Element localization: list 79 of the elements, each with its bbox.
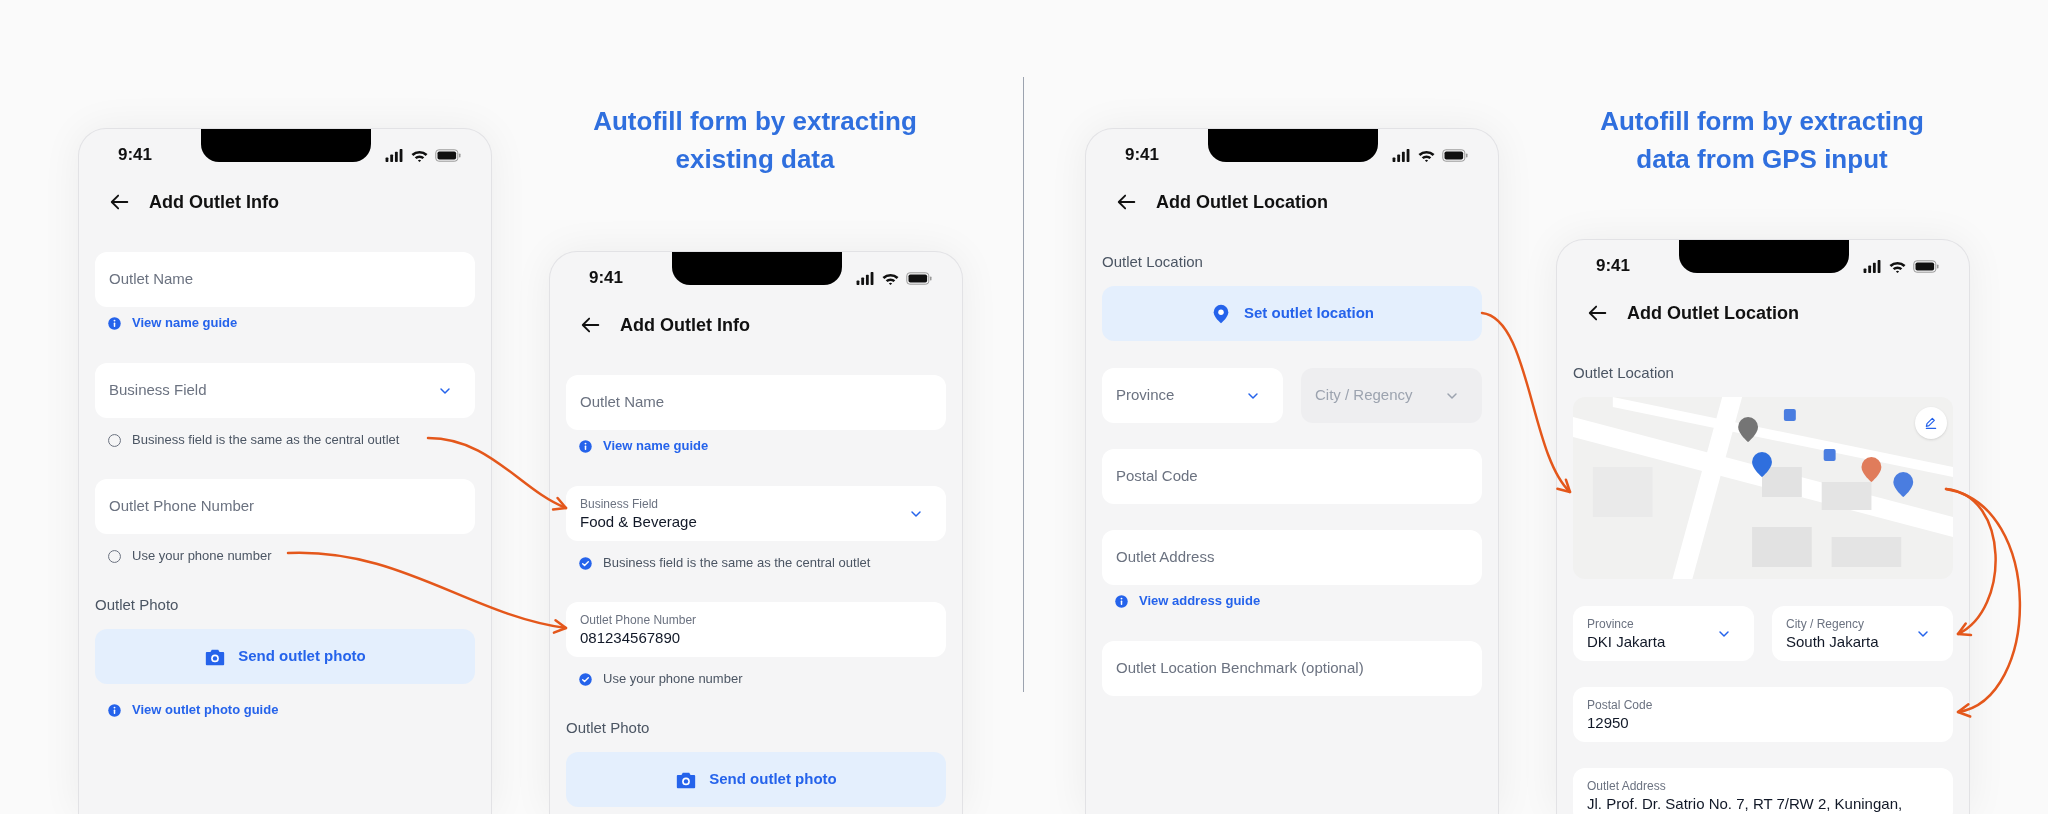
heading-text: existing data bbox=[675, 143, 835, 176]
status-time: 9:41 bbox=[1596, 255, 1631, 278]
field-value: Food & Beverage bbox=[580, 511, 697, 532]
input-field[interactable]: Postal Code bbox=[1102, 449, 1482, 504]
dropdown-field[interactable]: Province bbox=[1102, 368, 1283, 423]
battery-icon bbox=[1442, 148, 1468, 162]
field-value: 12950 bbox=[1587, 712, 1630, 733]
info-icon bbox=[107, 702, 122, 718]
field-label: City / Regency bbox=[1786, 615, 1866, 632]
input-field[interactable]: Postal Code 12950 bbox=[1573, 687, 1953, 742]
placeholder-text: Outlet Location Benchmark (optional) bbox=[1116, 658, 1364, 679]
heading-text: Autofill form by extracting bbox=[593, 105, 917, 138]
status-time: 9:41 bbox=[589, 267, 624, 290]
field-value: DKI Jakarta bbox=[1587, 631, 1666, 652]
info-icon bbox=[578, 438, 593, 454]
checkbox-label: Business field is the same as the central outlet bbox=[132, 431, 400, 450]
screen-title: Add Outlet Info bbox=[620, 313, 750, 337]
dropdown-field[interactable]: Province DKI Jakarta bbox=[1573, 606, 1754, 661]
placeholder-text: Outlet Address bbox=[1116, 547, 1215, 568]
checkbox[interactable] bbox=[578, 671, 593, 687]
screen-title: Add Outlet Location bbox=[1156, 190, 1328, 214]
field-label: Outlet Address bbox=[1587, 777, 1667, 794]
input-field[interactable]: Outlet Location Benchmark (optional) bbox=[1102, 641, 1482, 696]
screen-title: Add Outlet Info bbox=[149, 190, 279, 214]
guide-link[interactable]: View outlet photo guide bbox=[95, 700, 475, 720]
input-field[interactable]: Outlet Name bbox=[95, 252, 475, 307]
battery-icon bbox=[1913, 259, 1939, 273]
checkbox-label: Use your phone number bbox=[132, 547, 272, 566]
placeholder-text: Postal Code bbox=[1116, 466, 1198, 487]
dropdown-field[interactable]: Business Field bbox=[95, 363, 475, 418]
guide-link[interactable]: View address guide bbox=[1102, 591, 1482, 611]
field-label: Province bbox=[1587, 615, 1635, 632]
signal-icon bbox=[1862, 258, 1882, 274]
dropdown-field[interactable]: Business Field Food & Beverage bbox=[566, 486, 946, 541]
action-button[interactable]: Send outlet photo bbox=[566, 752, 946, 807]
info-icon bbox=[107, 315, 122, 331]
signal-icon bbox=[384, 147, 404, 163]
action-button[interactable]: Set outlet location bbox=[1102, 286, 1482, 341]
pencil-icon bbox=[1923, 415, 1939, 431]
dropdown-field[interactable]: City / Regency South Jakarta bbox=[1772, 606, 1953, 661]
input-field[interactable]: Outlet Address bbox=[1102, 530, 1482, 585]
input-field[interactable]: Outlet Name bbox=[566, 375, 946, 430]
field-value: South Jakarta bbox=[1786, 631, 1879, 652]
placeholder-text: Outlet Name bbox=[580, 392, 665, 413]
placeholder-text: Outlet Name bbox=[109, 269, 194, 290]
placeholder-text: Province bbox=[1116, 385, 1175, 406]
action-button[interactable]: Send outlet photo bbox=[95, 629, 475, 684]
signal-icon bbox=[1391, 147, 1411, 163]
status-time: 9:41 bbox=[118, 144, 153, 167]
checkbox[interactable] bbox=[107, 432, 122, 448]
battery-icon bbox=[435, 148, 461, 162]
field-label: Postal Code bbox=[1587, 696, 1653, 713]
placeholder-text: Outlet Phone Number bbox=[109, 496, 255, 517]
section-label: Outlet Photo bbox=[95, 595, 180, 615]
input-field[interactable]: Outlet Phone Number bbox=[95, 479, 475, 534]
checkbox-label: Business field is the same as the central outlet bbox=[603, 554, 871, 573]
input-field[interactable]: Outlet Address Jl. Prof. Dr. Satrio No. 7, RT 7/RW 2, Kuningan, bbox=[1573, 768, 1953, 814]
checkbox[interactable] bbox=[578, 555, 593, 571]
info-icon bbox=[1114, 593, 1129, 609]
battery-icon bbox=[906, 271, 932, 285]
placeholder-text: City / Regency bbox=[1315, 385, 1413, 406]
section-label: Outlet Location bbox=[1573, 363, 1675, 383]
status-time: 9:41 bbox=[1125, 144, 1160, 167]
checkbox-label: Use your phone number bbox=[603, 670, 743, 689]
section-label: Outlet Photo bbox=[566, 718, 651, 738]
section-label: Outlet Location bbox=[1102, 252, 1204, 272]
heading-text: Autofill form by extracting bbox=[1600, 105, 1924, 138]
checkbox[interactable] bbox=[107, 548, 122, 564]
input-field[interactable]: Outlet Phone Number 081234567890 bbox=[566, 602, 946, 657]
field-value: Jl. Prof. Dr. Satrio No. 7, RT 7/RW 2, Kuningan, bbox=[1587, 793, 1903, 814]
screen-title: Add Outlet Location bbox=[1627, 301, 1799, 325]
guide-link[interactable]: View name guide bbox=[566, 436, 946, 456]
placeholder-text: Business Field bbox=[109, 380, 207, 401]
field-label: Outlet Phone Number bbox=[580, 611, 697, 628]
guide-link[interactable]: View name guide bbox=[95, 313, 475, 333]
heading-text: data from GPS input bbox=[1636, 143, 1888, 176]
signal-icon bbox=[855, 270, 875, 286]
field-label: Business Field bbox=[580, 495, 660, 512]
field-value: 081234567890 bbox=[580, 627, 682, 648]
